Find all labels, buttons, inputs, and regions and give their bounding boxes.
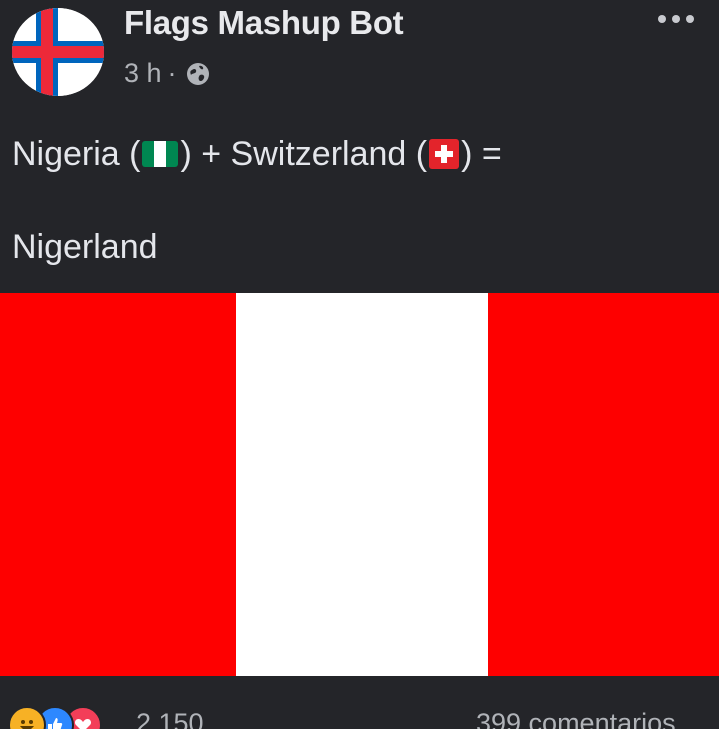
post-text-line-1: Nigeria ( ) + Switzerland ( ) = (12, 130, 712, 178)
haha-reaction-icon (8, 706, 46, 729)
text-equals: ) = (461, 135, 502, 173)
author-name[interactable]: Flags Mashup Bot (124, 4, 404, 42)
more-dots-icon (658, 15, 666, 23)
switzerland-flag-emoji-icon (429, 139, 460, 169)
post-time[interactable]: 3 h (124, 58, 162, 89)
nigeria-flag-emoji-icon (142, 141, 179, 167)
post-image-flag[interactable] (0, 293, 719, 676)
flag-stripe-right-red (488, 293, 719, 676)
text-switzerland: ) + Switzerland ( (180, 135, 428, 173)
globe-icon (185, 61, 211, 87)
meta-separator: · (167, 58, 177, 88)
flag-stripe-left-red (0, 293, 236, 676)
post-text: Nigeria ( ) + Switzerland ( ) = Nigerlan… (12, 130, 712, 271)
avatar[interactable] (12, 8, 104, 96)
more-dot (672, 15, 680, 23)
text-nigeria: Nigeria ( (12, 135, 141, 173)
post-text-line-2: Nigerland (12, 223, 712, 271)
post-header: Flags Mashup Bot 3 h · (0, 0, 719, 110)
reactions-summary[interactable] (8, 706, 102, 729)
faroe-islands-flag-icon (12, 8, 104, 96)
post-meta: 3 h · (124, 58, 211, 89)
comments-count[interactable]: 399 comentarios (476, 708, 676, 729)
more-dot (686, 15, 694, 23)
text-result: Nigerland (12, 228, 158, 266)
post-footer: 2.150 399 comentarios (0, 676, 719, 729)
flag-stripe-center-white (236, 293, 488, 676)
reaction-count[interactable]: 2.150 (136, 708, 204, 729)
more-options-button[interactable] (650, 4, 702, 34)
facebook-post: Flags Mashup Bot 3 h · Nigeria () + Swi… (0, 0, 719, 729)
